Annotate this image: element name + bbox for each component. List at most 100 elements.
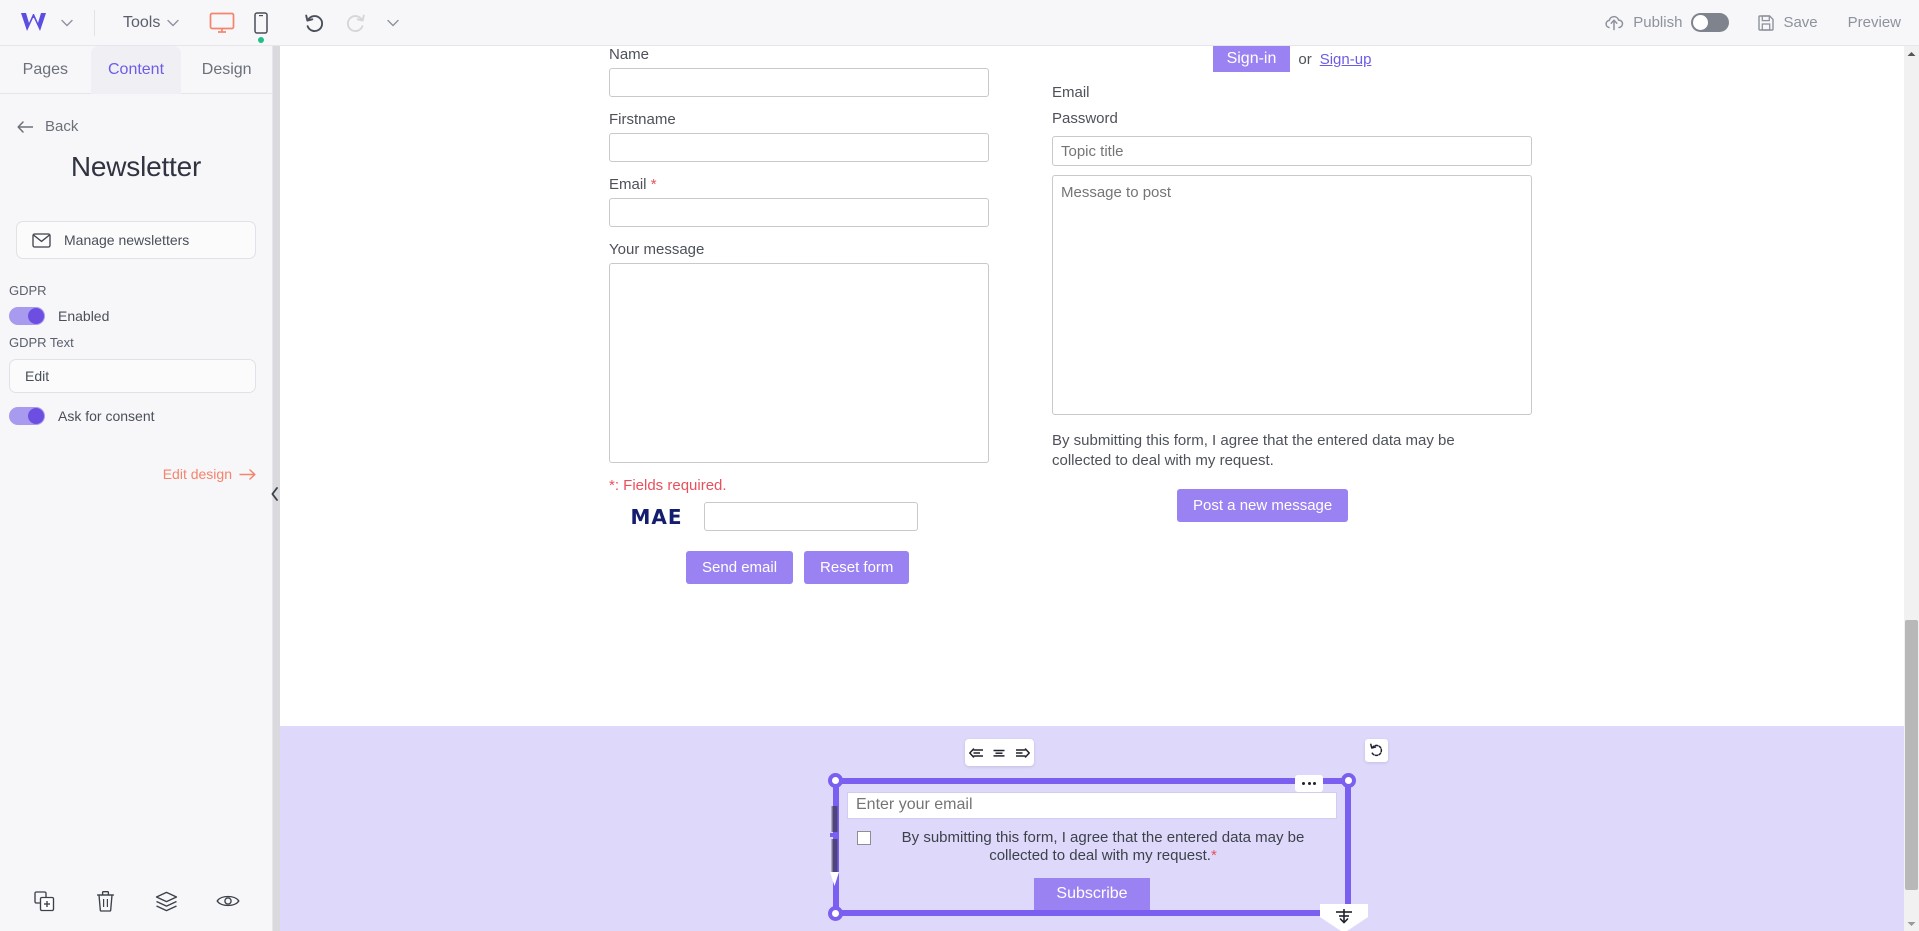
- save-button[interactable]: Save: [1757, 14, 1818, 32]
- tab-content[interactable]: Content: [90, 46, 182, 94]
- name-label: Name: [609, 46, 650, 63]
- email-label-text: Email: [609, 176, 647, 193]
- resize-handle-bottom-left[interactable]: [828, 906, 843, 921]
- consent-text: By submitting this form, I agree that th…: [901, 828, 1305, 865]
- publish-cloud-icon: [1605, 15, 1624, 30]
- contact-form: Name Firstname Email * Your message *: F…: [609, 46, 989, 584]
- subscribe-button[interactable]: Subscribe: [1034, 878, 1150, 910]
- fields-required-note: *: Fields required.: [609, 477, 727, 494]
- forum-password-label: Password: [1052, 110, 1118, 127]
- consent-text-wrap: By submitting this form, I agree that th…: [879, 829, 1327, 867]
- tools-menu[interactable]: Tools: [123, 13, 180, 32]
- newsletter-email-input[interactable]: [847, 792, 1337, 819]
- gdpr-text-edit-button[interactable]: Edit: [9, 359, 256, 393]
- redo-button[interactable]: [345, 13, 367, 33]
- history-dropdown-caret[interactable]: [387, 19, 400, 27]
- mobile-view-button[interactable]: [253, 11, 269, 43]
- desktop-view-button[interactable]: [209, 12, 235, 34]
- trash-icon[interactable]: [86, 881, 126, 921]
- chevron-down-icon: [61, 19, 73, 26]
- w-logo-svg: [21, 12, 46, 31]
- name-input[interactable]: [609, 68, 989, 97]
- tab-design[interactable]: Design: [181, 46, 273, 94]
- save-label: Save: [1783, 14, 1818, 31]
- left-panel: Pages Content Design Back Newsletter Man…: [0, 46, 273, 931]
- back-button[interactable]: Back: [0, 94, 272, 135]
- send-email-button[interactable]: Send email: [686, 551, 794, 584]
- monitor-icon: [210, 12, 235, 33]
- manage-newsletters-label: Manage newsletters: [64, 232, 190, 248]
- logo-dropdown-caret[interactable]: [54, 3, 80, 43]
- consent-checkbox[interactable]: [857, 830, 871, 845]
- width-align-toolbar: [965, 739, 1034, 766]
- more-options-icon[interactable]: [1295, 775, 1323, 792]
- undo-button[interactable]: [303, 13, 325, 33]
- edit-design-label: Edit design: [162, 466, 232, 482]
- message-label: Your message: [609, 241, 705, 258]
- email-input[interactable]: [609, 198, 989, 227]
- forum-password-row: Password: [1052, 110, 1532, 127]
- post-new-message-button[interactable]: Post a new message: [1177, 488, 1349, 522]
- gdpr-enabled-toggle[interactable]: [9, 307, 45, 325]
- chevron-left-icon: [271, 487, 278, 501]
- rotate-reset-icon[interactable]: [1365, 739, 1388, 762]
- gdpr-text-label: GDPR Text: [9, 335, 74, 350]
- required-asterisk: *: [650, 176, 657, 193]
- eye-icon[interactable]: [208, 881, 248, 921]
- preview-label: Preview: [1847, 14, 1901, 31]
- forum-email-row: Email: [1052, 84, 1532, 101]
- panel-collapse-handle[interactable]: [269, 482, 281, 506]
- newsletter-widget-selected[interactable]: By submitting this form, I agree that th…: [828, 773, 1356, 921]
- publish-control[interactable]: Publish: [1604, 13, 1730, 32]
- manage-newsletters-button[interactable]: Manage newsletters: [16, 221, 256, 259]
- or-text: or: [1298, 50, 1312, 68]
- resize-handle-top-right[interactable]: [1341, 773, 1356, 788]
- save-disk-icon: [1758, 14, 1775, 31]
- signin-signup-row: Sign-in or Sign-up: [1052, 46, 1532, 72]
- layers-icon[interactable]: [147, 881, 187, 921]
- tools-label: Tools: [123, 13, 161, 31]
- arrow-left-icon: [17, 120, 33, 133]
- gdpr-edit-label: Edit: [25, 368, 50, 384]
- scroll-down-arrow[interactable]: [1904, 916, 1919, 931]
- ask-consent-label: Ask for consent: [58, 408, 155, 424]
- top-toolbar: Tools Publish Save Preview: [0, 0, 1919, 46]
- back-label: Back: [45, 118, 79, 135]
- preview-button[interactable]: Preview: [1848, 14, 1901, 31]
- canvas-scrollbar[interactable]: [1904, 46, 1919, 931]
- duplicate-icon[interactable]: [25, 881, 65, 921]
- device-switcher: [209, 11, 269, 43]
- panel-footer-toolbar: [0, 871, 272, 931]
- ask-consent-toggle[interactable]: [9, 407, 45, 425]
- bottom-spacing-handle[interactable]: [1320, 904, 1368, 931]
- page-canvas: Name Firstname Email * Your message *: F…: [280, 46, 1904, 931]
- firstname-label: Firstname: [609, 111, 676, 128]
- align-right-icon[interactable]: [1015, 747, 1030, 759]
- message-to-post-textarea[interactable]: [1052, 175, 1532, 415]
- topic-title-input[interactable]: [1052, 136, 1532, 166]
- resize-handle-top-left[interactable]: [828, 773, 843, 788]
- firstname-input[interactable]: [609, 133, 989, 162]
- redo-icon: [347, 14, 366, 32]
- message-textarea[interactable]: [609, 263, 989, 463]
- consent-required-asterisk: *: [1210, 847, 1217, 865]
- tab-pages[interactable]: Pages: [0, 46, 91, 94]
- publish-toggle[interactable]: [1691, 13, 1730, 32]
- reset-form-button[interactable]: Reset form: [804, 551, 910, 584]
- align-center-icon[interactable]: [992, 747, 1006, 759]
- w-logo-icon[interactable]: [14, 8, 54, 38]
- signin-tab[interactable]: Sign-in: [1212, 46, 1291, 72]
- vertical-resize-handle[interactable]: [830, 806, 839, 888]
- scrollbar-thumb[interactable]: [1905, 620, 1918, 890]
- edit-design-link[interactable]: Edit design: [163, 466, 256, 482]
- captcha-row: MAE: [609, 502, 989, 531]
- chevron-down-icon: [387, 19, 400, 26]
- mobile-icon: [254, 11, 269, 34]
- signup-link[interactable]: Sign-up: [1320, 51, 1372, 68]
- captcha-input[interactable]: [704, 502, 918, 531]
- align-left-icon[interactable]: [969, 747, 984, 759]
- scroll-up-arrow[interactable]: [1904, 46, 1919, 61]
- captcha-image: MAE: [630, 504, 683, 529]
- history-controls: [303, 13, 400, 33]
- ask-consent-row: Ask for consent: [9, 407, 272, 425]
